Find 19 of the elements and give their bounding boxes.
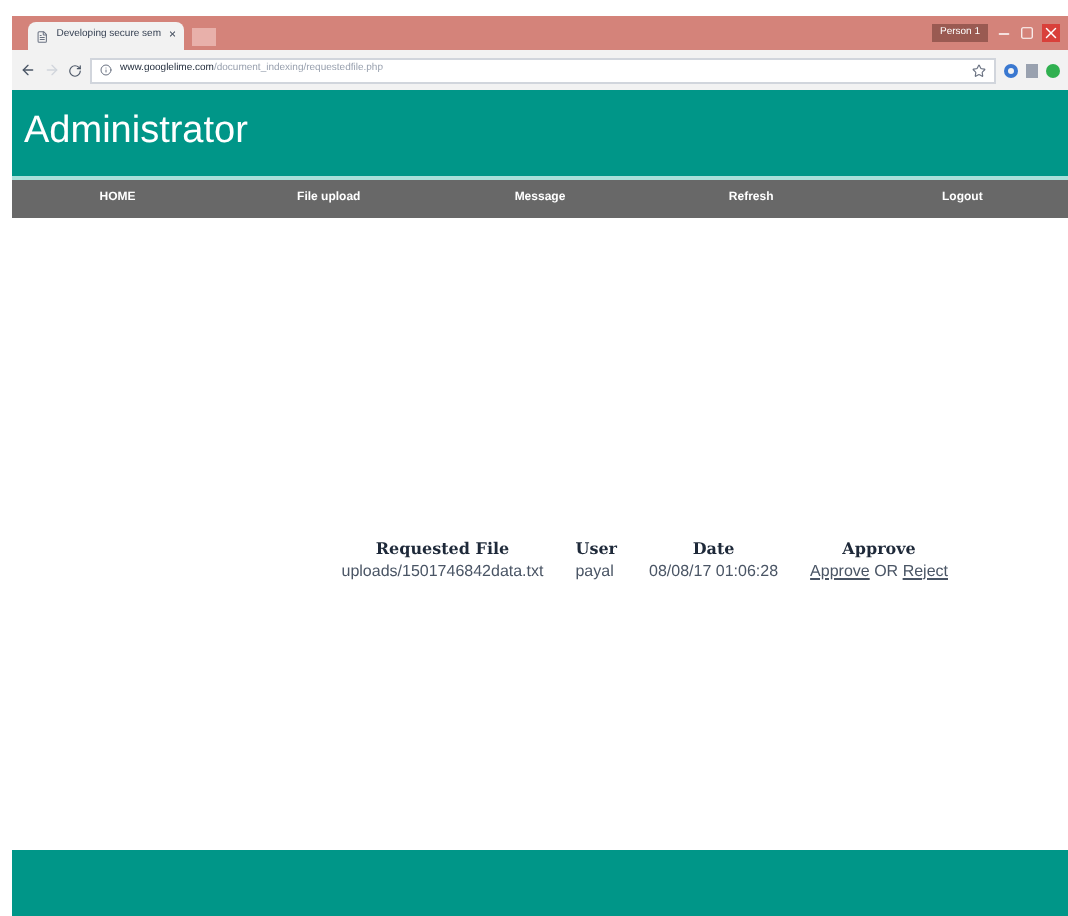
column-header: Approve [842, 537, 916, 557]
column-header: Date [692, 537, 735, 557]
column-header: Requested File [375, 537, 510, 557]
reject-link[interactable]: Reject [902, 561, 948, 579]
or-text: OR [874, 561, 899, 579]
table-cell: uploads/1501746842data.txt [341, 561, 544, 579]
star-icon[interactable] [972, 63, 986, 77]
column-header: User [575, 537, 618, 557]
forward-icon[interactable] [44, 62, 60, 78]
approve-link[interactable]: Approve [810, 561, 870, 579]
info-icon [100, 64, 112, 76]
table-cell: 08/08/17 01:06:28 [649, 561, 779, 579]
page-icon [36, 29, 49, 43]
page-title: Administrator [24, 108, 248, 157]
reload-icon[interactable] [68, 63, 82, 77]
table-cell: payal [575, 561, 614, 579]
maximize-icon[interactable] [1020, 26, 1034, 40]
close-icon[interactable] [1042, 24, 1060, 42]
back-icon[interactable] [20, 62, 36, 78]
